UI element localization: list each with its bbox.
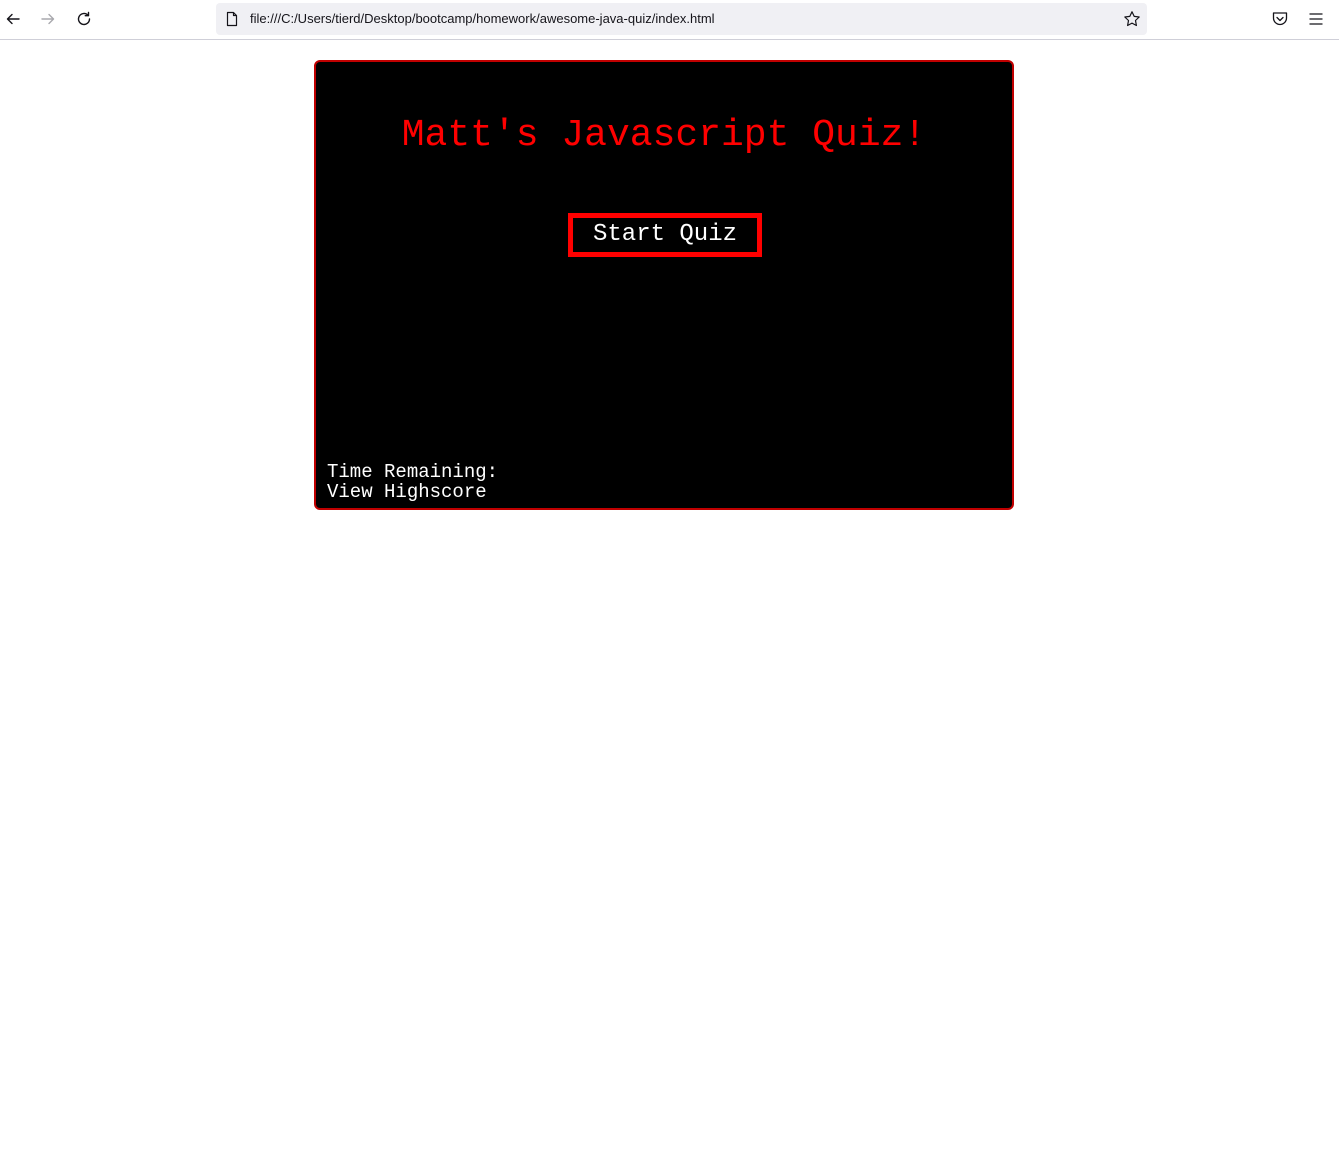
view-highscore-link[interactable]: View Highscore xyxy=(327,482,487,502)
pocket-icon[interactable] xyxy=(1270,9,1290,29)
back-arrow-icon[interactable] xyxy=(2,8,24,30)
time-remaining-label: Time Remaining: xyxy=(327,461,499,483)
url-bar[interactable]: file:///C:/Users/tierd/Desktop/bootcamp/… xyxy=(216,3,1147,35)
reload-icon[interactable] xyxy=(73,8,95,30)
hamburger-menu-icon[interactable] xyxy=(1306,9,1326,29)
quiz-container: Matt's Javascript Quiz! Start Quiz Time … xyxy=(314,60,1014,510)
quiz-title: Matt's Javascript Quiz! xyxy=(401,114,927,157)
browser-toolbar: file:///C:/Users/tierd/Desktop/bootcamp/… xyxy=(0,0,1339,40)
page-icon xyxy=(224,11,240,27)
url-text[interactable]: file:///C:/Users/tierd/Desktop/bootcamp/… xyxy=(250,11,715,27)
forward-arrow-icon[interactable] xyxy=(37,8,59,30)
start-quiz-button[interactable]: Start Quiz xyxy=(568,213,762,257)
star-icon[interactable] xyxy=(1123,10,1141,28)
